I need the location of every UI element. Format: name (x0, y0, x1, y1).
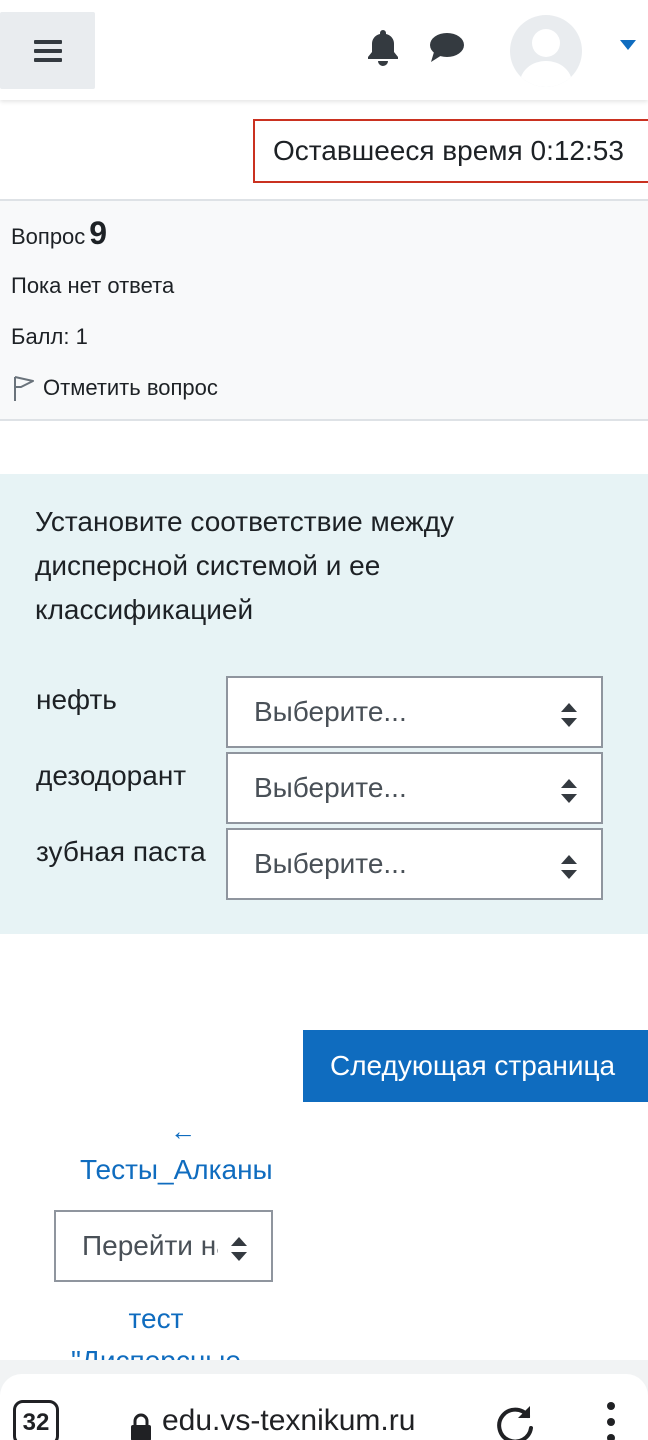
match-label: зубная паста (36, 836, 206, 867)
caret-down-icon[interactable] (620, 40, 636, 50)
select-arrows-icon (561, 855, 577, 879)
reload-icon[interactable] (494, 1404, 536, 1440)
question-state: Пока нет ответа (11, 273, 175, 298)
chat-icon[interactable] (428, 30, 466, 64)
prev-arrow-icon[interactable]: ← (170, 1116, 196, 1147)
match-label: дезодорант (36, 760, 187, 791)
hamburger-icon (33, 39, 62, 62)
jump-select-value: Перейти на... (82, 1230, 218, 1261)
question-number-value: 9 (89, 215, 108, 251)
flag-icon (14, 376, 34, 401)
question-content: Установите соответствие между дисперсной… (0, 474, 648, 934)
answer-select[interactable]: Выберите... (226, 752, 603, 824)
quiz-timer: Оставшееся время 0:12:53 (253, 119, 648, 183)
select-value: Выберите... (254, 772, 407, 803)
address-bar[interactable]: edu.vs-texnikum.ru (162, 1404, 415, 1438)
tab-count: 32 (22, 1409, 50, 1436)
select-value: Выберите... (254, 696, 407, 727)
jump-to-select[interactable]: Перейти на... (54, 1210, 273, 1282)
question-info-panel: Вопрос 9 Пока нет ответа Балл: 1 Отметить… (0, 199, 648, 421)
question-text: Установите соответствие между дисперсной… (35, 506, 455, 625)
hamburger-menu-button[interactable] (0, 12, 95, 89)
prev-activity-link[interactable]: Тесты_Алканы (80, 1154, 273, 1186)
answer-select[interactable]: Выберите... (226, 676, 603, 748)
match-label: нефть (36, 684, 117, 715)
user-silhouette-icon (520, 29, 572, 87)
question-label: Вопрос (11, 224, 86, 249)
bell-icon[interactable] (366, 28, 400, 66)
next-page-button[interactable]: Следующая страница (303, 1030, 648, 1102)
select-arrows-icon (561, 779, 577, 803)
flag-question-link[interactable]: Отметить вопрос (11, 373, 218, 403)
select-value: Выберите... (254, 848, 407, 879)
more-options-icon[interactable] (606, 1402, 616, 1440)
select-arrows-icon (231, 1237, 247, 1261)
answer-select[interactable]: Выберите... (226, 828, 603, 900)
question-grade: Балл: 1 (11, 324, 88, 349)
match-row: дезодорант Выберите... (0, 752, 648, 824)
lock-icon (131, 1413, 151, 1440)
match-row: зубная паста Выберите... (0, 828, 648, 900)
top-navbar (0, 0, 648, 100)
avatar[interactable] (510, 15, 582, 87)
select-arrows-icon (561, 703, 577, 727)
match-row: нефть Выберите... (0, 676, 648, 748)
flag-question-label: Отметить вопрос (43, 375, 218, 400)
question-number: Вопрос 9 (11, 215, 107, 252)
tab-switcher-button[interactable]: 32 (13, 1400, 59, 1440)
